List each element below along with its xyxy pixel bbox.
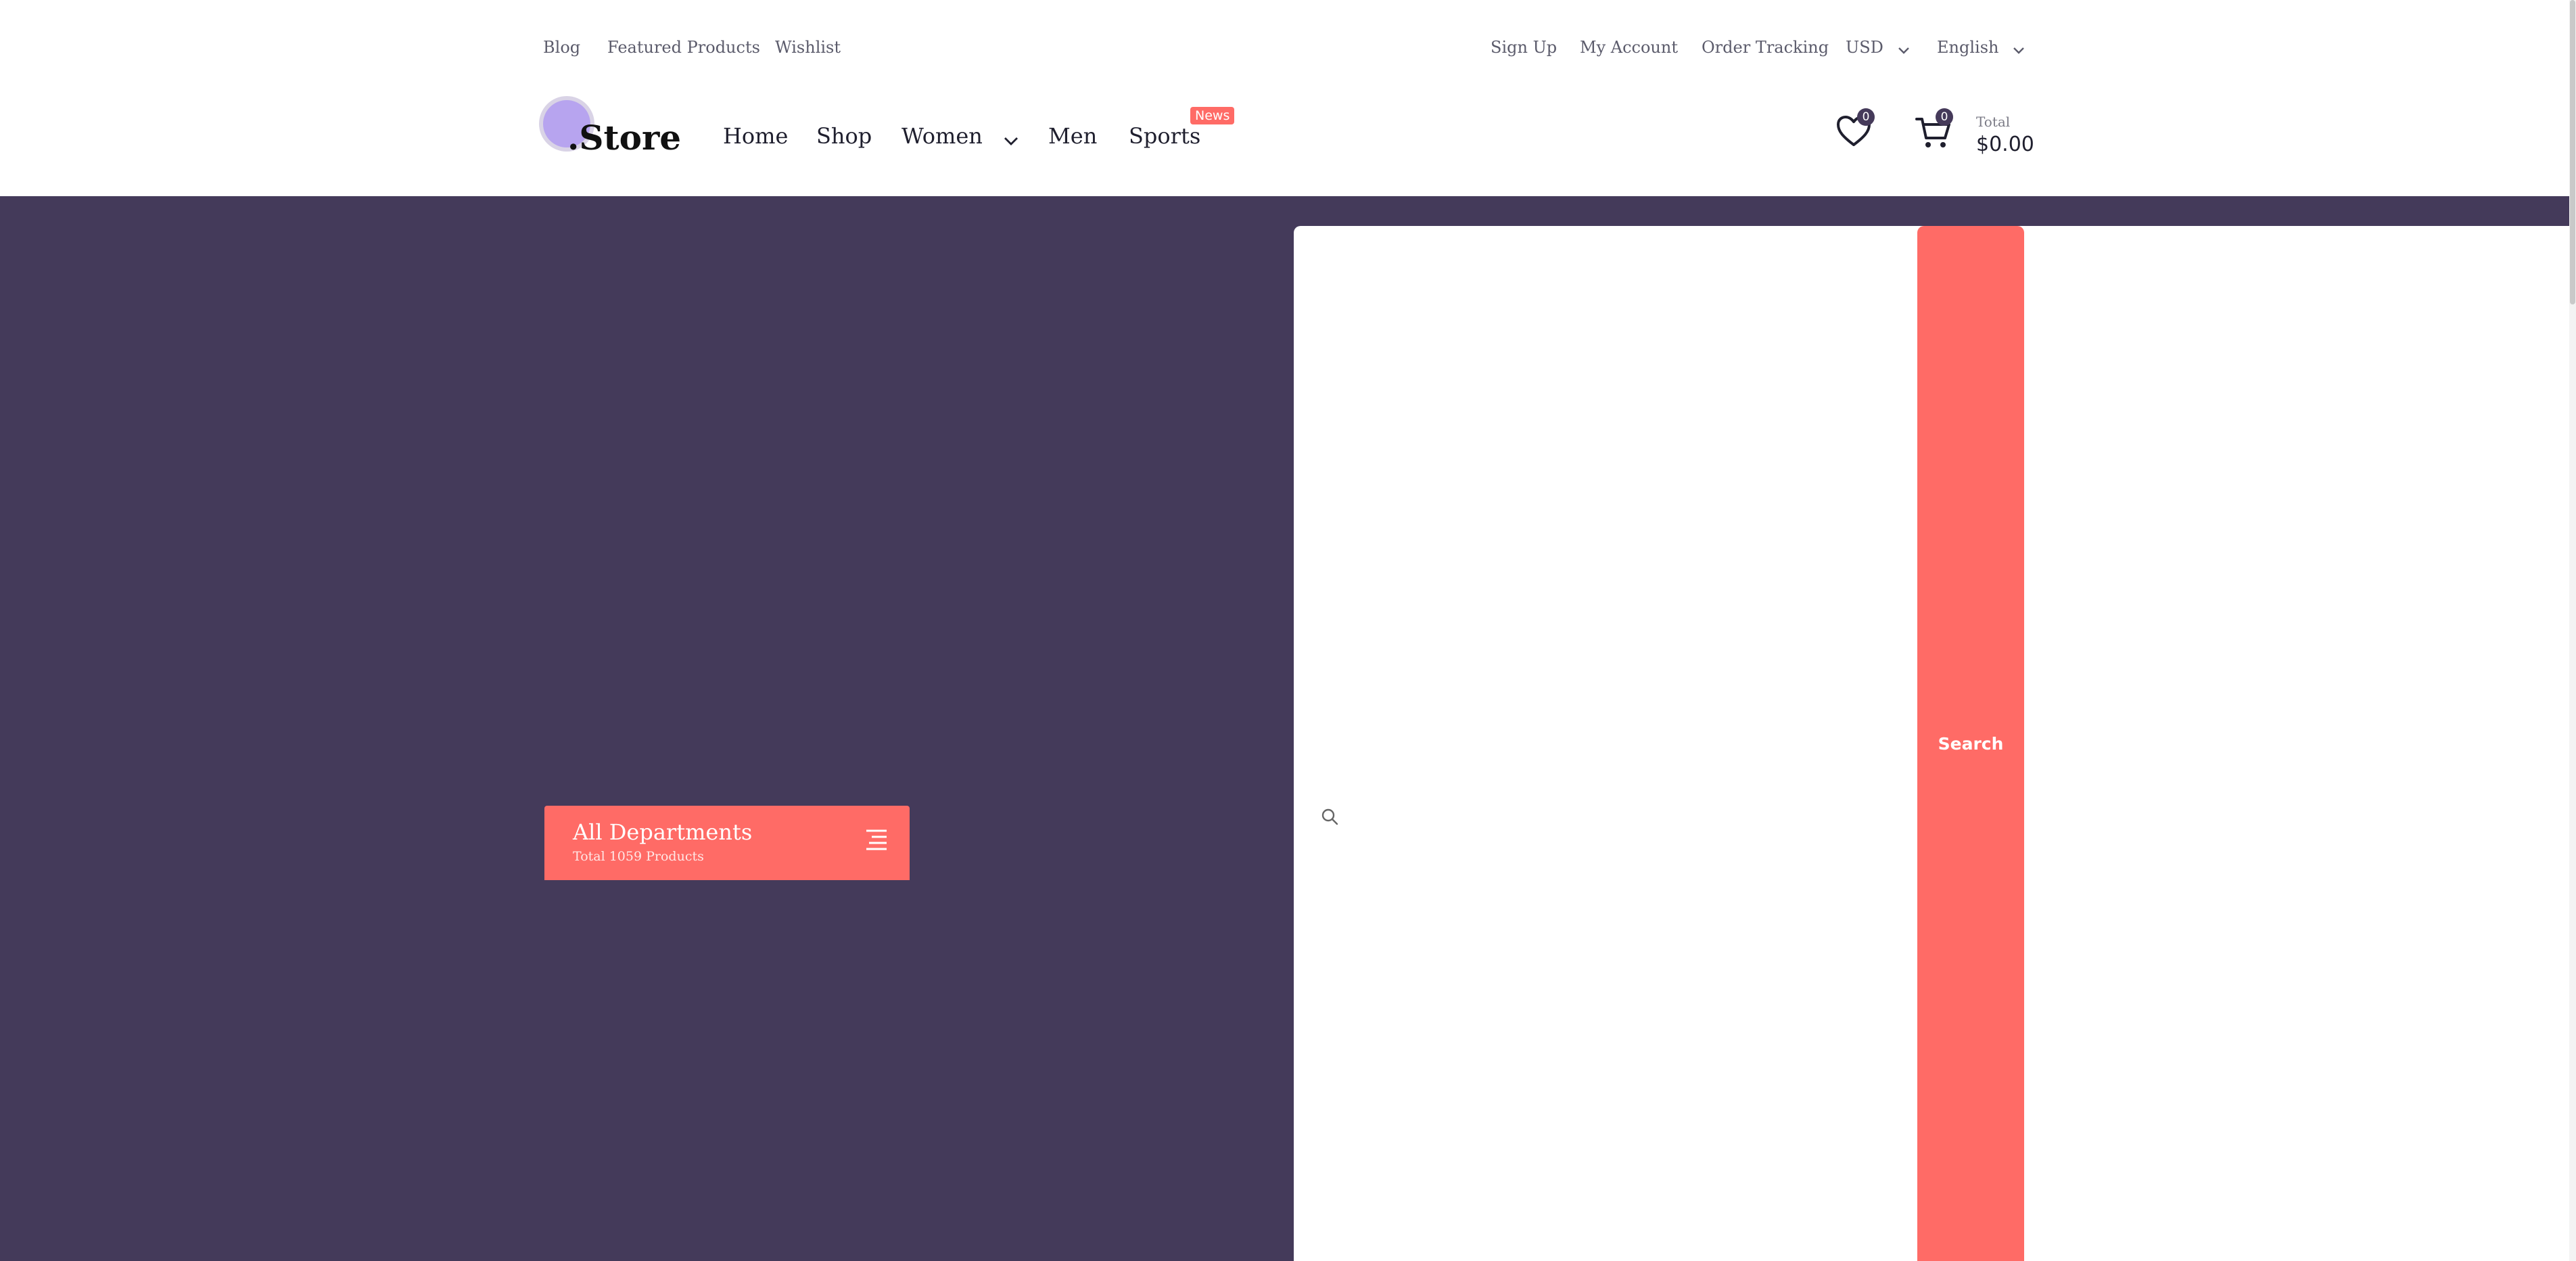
- scrollbar-thumb[interactable]: [2570, 0, 2575, 304]
- topbar-link-featured-products[interactable]: Featured Products: [607, 38, 760, 57]
- wishlist-count-badge: 0: [1857, 108, 1875, 126]
- news-badge: News: [1190, 107, 1235, 124]
- language-label: English: [1937, 38, 1999, 57]
- logo-text: .Store: [567, 118, 682, 158]
- cart-total-value: $0.00: [1976, 133, 2034, 156]
- page-scrollbar[interactable]: [2569, 0, 2576, 1261]
- cart-button[interactable]: 0: [1915, 108, 1953, 153]
- departments-subtitle: Total 1059 Products: [573, 849, 704, 864]
- cart-count-badge: 0: [1936, 108, 1953, 126]
- cart-total-label: Total: [1976, 114, 2011, 130]
- menu-icon: [865, 829, 888, 853]
- all-departments-button[interactable]: All Departments Total 1059 Products: [544, 806, 910, 880]
- nav-item-home[interactable]: Home: [723, 123, 788, 149]
- chevron-down-icon: [2013, 39, 2024, 58]
- nav-item-women-label: Women: [901, 123, 983, 149]
- nav-item-sports[interactable]: Sports: [1129, 123, 1200, 149]
- currency-selector[interactable]: USD: [1846, 38, 1909, 58]
- chevron-down-icon: [1898, 39, 1909, 58]
- top-bar: Blog Featured Products Wishlist Sign Up …: [0, 0, 2576, 99]
- nav-item-women[interactable]: Women: [901, 123, 1018, 151]
- topbar-link-blog[interactable]: Blog: [543, 38, 580, 57]
- departments-title: All Departments: [573, 819, 753, 845]
- store-logo[interactable]: .Store: [543, 93, 682, 168]
- nav-item-men[interactable]: Men: [1048, 123, 1097, 149]
- chevron-down-icon: [1004, 125, 1018, 151]
- cart-icon: [1915, 118, 1952, 153]
- topbar-link-my-account[interactable]: My Account: [1580, 38, 1678, 57]
- topbar-link-order-tracking[interactable]: Order Tracking: [1702, 38, 1829, 57]
- search-input[interactable]: [1355, 798, 1912, 833]
- search-button[interactable]: Search: [1917, 226, 2024, 1261]
- search-icon: [1321, 808, 1338, 828]
- nav-item-shop[interactable]: Shop: [816, 123, 872, 149]
- topbar-link-sign-up[interactable]: Sign Up: [1491, 38, 1557, 57]
- topbar-link-wishlist[interactable]: Wishlist: [775, 38, 841, 57]
- main-header: .Store Home Shop Women Men Sports News 0: [0, 88, 2576, 196]
- heart-icon: [1836, 116, 1871, 150]
- currency-label: USD: [1846, 38, 1883, 57]
- language-selector[interactable]: English: [1937, 38, 2024, 58]
- wishlist-button[interactable]: 0: [1836, 108, 1875, 150]
